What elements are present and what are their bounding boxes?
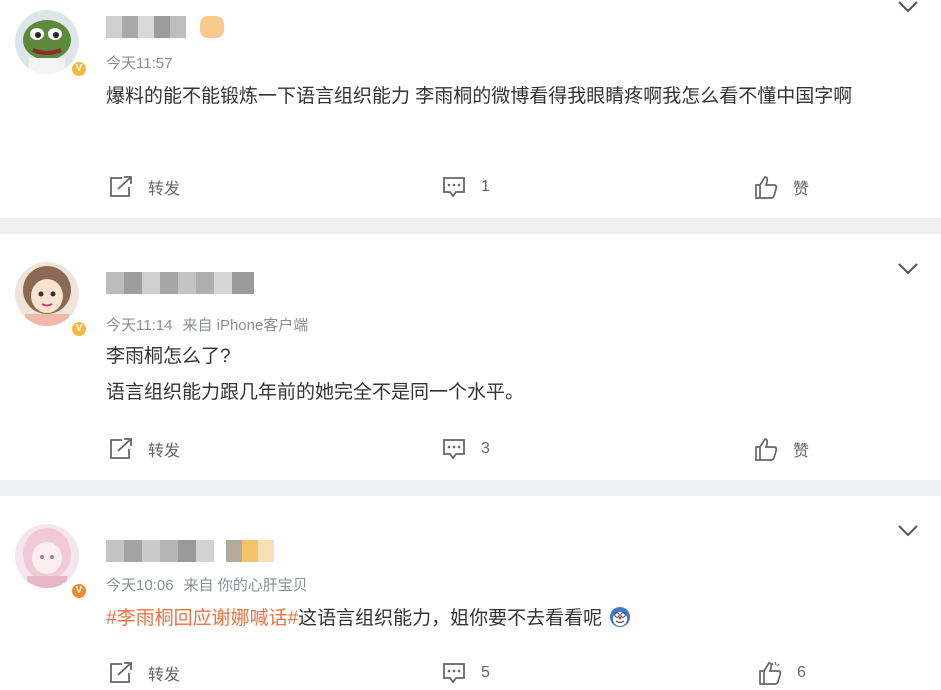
comment-line: 这语言组织能力，姐你要不去看看呢: [298, 608, 603, 629]
comment-count: 5: [481, 664, 490, 681]
comment-count: 1: [481, 178, 490, 195]
post-meta: 今天11:57: [106, 52, 172, 73]
comment-icon: [443, 177, 465, 198]
avatar[interactable]: [15, 262, 79, 326]
comment-count: 3: [481, 440, 490, 457]
comment-card-3: V 今天10:06 来自 你的心肝宝贝 #李雨桐回应谢娜喊话#这语言组织能力，姐你…: [0, 496, 941, 690]
emoji-icon: [610, 607, 631, 627]
username-blurred[interactable]: [106, 16, 224, 38]
repost-label: 转发: [148, 181, 181, 198]
username-blurred[interactable]: [106, 540, 274, 562]
repost-icon: [110, 662, 132, 683]
chevron-down-icon[interactable]: [897, 262, 919, 276]
comment-card-2: V 今天11:14 来自 iPhone客户端 李雨桐怎么了? 语言组织能力跟几年前…: [0, 234, 941, 480]
comment-line: 李雨桐怎么了?: [106, 346, 231, 367]
separator: [0, 218, 941, 234]
verified-badge-icon: V: [70, 582, 88, 600]
like-button[interactable]: 赞: [753, 434, 809, 464]
source: 来自 你的心肝宝贝: [183, 577, 308, 594]
timestamp: 今天11:14: [106, 317, 173, 334]
chevron-down-icon[interactable]: [897, 0, 919, 14]
action-bar: 转发 3 赞: [0, 434, 941, 464]
source: 来自 iPhone客户端: [182, 317, 309, 334]
like-label: 赞: [793, 181, 810, 198]
action-bar: 转发 1 赞: [0, 172, 941, 202]
comment-icon: [443, 439, 465, 460]
repost-button[interactable]: 转发: [108, 658, 180, 688]
like-label: 赞: [793, 443, 810, 460]
separator: [0, 480, 941, 496]
comment-line: 语言组织能力跟几年前的她完全不是同一个水平。: [106, 382, 525, 403]
like-count: 6: [797, 664, 806, 681]
repost-button[interactable]: 转发: [108, 172, 180, 202]
comment-text: 李雨桐怎么了? 语言组织能力跟几年前的她完全不是同一个水平。: [106, 340, 918, 410]
comment-card-1: V 今天11:57 爆料的能不能锻炼一下语言组织能力 李雨桐的微博看得我眼睛疼啊…: [0, 0, 941, 218]
timestamp: 今天11:57: [106, 55, 173, 72]
comment-icon: [443, 663, 465, 684]
comment-button[interactable]: 5: [441, 658, 490, 688]
like-button[interactable]: 6: [757, 658, 806, 688]
repost-label: 转发: [148, 443, 181, 460]
action-bar: 转发 5 6: [0, 658, 941, 688]
post-meta: 今天11:14 来自 iPhone客户端: [106, 314, 308, 335]
repost-icon: [110, 438, 132, 459]
post-meta: 今天10:06 来自 你的心肝宝贝: [106, 574, 308, 595]
repost-button[interactable]: 转发: [108, 434, 180, 464]
like-icon: [759, 661, 782, 685]
comment-button[interactable]: 1: [441, 172, 490, 202]
hashtag-link[interactable]: #李雨桐回应谢娜喊话#: [106, 608, 298, 629]
comment-button[interactable]: 3: [441, 434, 490, 464]
comment-line: 爆料的能不能锻炼一下语言组织能力 李雨桐的微博看得我眼睛疼啊我怎么看不懂中国字啊: [106, 86, 853, 107]
timestamp: 今天10:06: [106, 577, 174, 594]
like-button[interactable]: 赞: [753, 172, 809, 202]
verified-badge-icon: V: [70, 320, 88, 338]
comment-text: 爆料的能不能锻炼一下语言组织能力 李雨桐的微博看得我眼睛疼啊我怎么看不懂中国字啊: [106, 80, 918, 114]
comment-text: #李雨桐回应谢娜喊话#这语言组织能力，姐你要不去看看呢: [106, 602, 918, 636]
like-icon: [755, 438, 778, 461]
avatar[interactable]: [15, 10, 79, 74]
repost-icon: [110, 176, 132, 197]
username-blurred[interactable]: [106, 272, 254, 294]
avatar[interactable]: [15, 524, 79, 588]
chevron-down-icon[interactable]: [897, 524, 919, 538]
repost-label: 转发: [148, 667, 181, 684]
verified-badge-icon: V: [70, 60, 88, 78]
like-icon: [755, 176, 778, 199]
